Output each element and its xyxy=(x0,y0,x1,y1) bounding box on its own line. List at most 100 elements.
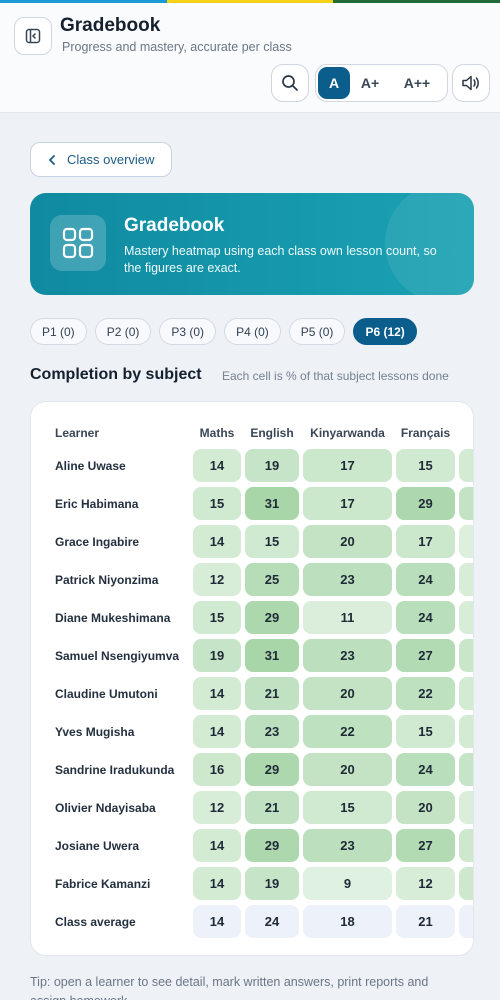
learner-name[interactable]: Eric Habimana xyxy=(55,497,138,511)
read-aloud-button[interactable] xyxy=(452,64,490,102)
class-tab-p6[interactable]: P6 (12) xyxy=(353,318,417,345)
heatmap-cell: 29 xyxy=(245,829,299,862)
font-size-normal[interactable]: A xyxy=(318,67,350,99)
heatmap-cell: 24 xyxy=(396,753,455,786)
heatmap-cell: 25 xyxy=(245,563,299,596)
heatmap-cell: 20 xyxy=(396,791,455,824)
font-size-xlarge[interactable]: A++ xyxy=(390,67,444,99)
class-average-cell: 24 xyxy=(245,905,299,938)
learner-name[interactable]: Patrick Niyonzima xyxy=(55,573,158,587)
class-tab-p4[interactable]: P4 (0) xyxy=(224,318,281,345)
font-size-selector: A A+ A++ xyxy=(315,64,448,102)
tip-text: Tip: open a learner to see detail, mark … xyxy=(30,975,429,1000)
heatmap-cell: 14 xyxy=(459,449,473,482)
heatmap-cell: 23 xyxy=(245,715,299,748)
heatmap-cell: 15 xyxy=(245,525,299,558)
heatmap-cell: 15 xyxy=(193,601,241,634)
learner-name[interactable]: Diane Mukeshimana xyxy=(55,611,170,625)
heatmap-cell: 27 xyxy=(396,829,455,862)
heatmap-cell: 14 xyxy=(193,677,241,710)
column-header-learner: Learner xyxy=(55,426,100,440)
heatmap-cell: 19 xyxy=(245,449,299,482)
class-filter-tabs: P1 (0) P2 (0) P3 (0) P4 (0) P5 (0) P6 (1… xyxy=(30,318,417,345)
heatmap-cell: 21 xyxy=(245,677,299,710)
class-average-cell: 18 xyxy=(303,905,392,938)
heatmap-cell: 31 xyxy=(245,487,299,520)
heatmap-cell: 14 xyxy=(193,867,241,900)
heatmap-cell: 15 xyxy=(396,449,455,482)
class-tab-p2[interactable]: P2 (0) xyxy=(94,318,152,345)
column-header-subject: Kinyarwanda xyxy=(310,426,385,440)
class-tab-p1[interactable]: P1 (0) xyxy=(30,318,87,345)
heatmap-cell: 15 xyxy=(193,487,241,520)
class-average-cell: 21 xyxy=(396,905,455,938)
heatmap-cell: 17 xyxy=(303,449,392,482)
class-overview-button[interactable]: Class overview xyxy=(30,142,172,177)
column-header-subject: Maths xyxy=(199,426,235,440)
heatmap-cell: 20 xyxy=(459,487,473,520)
heatmap-cell: 14 xyxy=(459,715,473,748)
class-tab-p3[interactable]: P3 (0) xyxy=(159,318,217,345)
heatmap-cell: 23 xyxy=(303,563,392,596)
heatmap-cell: 16 xyxy=(193,753,241,786)
grid-icon xyxy=(62,227,94,259)
heatmap-cell: 20 xyxy=(303,753,392,786)
heatmap-cell: 11 xyxy=(303,601,392,634)
heatmap-cell: 12 xyxy=(193,791,241,824)
completion-heatmap-table: Learner Maths English Kinyarwanda Français S… xyxy=(30,401,474,956)
app-title: Gradebook xyxy=(60,15,161,36)
heatmap-cell: 12 xyxy=(459,563,473,596)
heatmap-cell: 22 xyxy=(396,677,455,710)
heatmap-cell: 29 xyxy=(245,753,299,786)
heatmap-cell: 19 xyxy=(459,753,473,786)
learner-name[interactable]: Sandrine Iradukunda xyxy=(55,763,174,777)
learner-name[interactable]: Samuel Nsengiyumva xyxy=(55,649,179,663)
learner-name[interactable]: Aline Uwase xyxy=(55,459,126,473)
hero-title: Gradebook xyxy=(124,215,225,236)
heatmap-cell: 17 xyxy=(303,487,392,520)
sidebar-toggle-button[interactable] xyxy=(14,17,52,55)
app-subtitle: Progress and mastery, accurate per class xyxy=(62,40,292,54)
speaker-icon xyxy=(462,75,479,91)
search-icon xyxy=(282,75,298,91)
heatmap-cell: 24 xyxy=(396,601,455,634)
heatmap-cell: 14 xyxy=(459,677,473,710)
class-average-cell: 15 xyxy=(459,905,473,938)
heatmap-cell: 31 xyxy=(245,639,299,672)
heatmap-cell: 19 xyxy=(193,639,241,672)
gradebook-hero-banner: Gradebook Mastery heatmap using each cla… xyxy=(30,193,474,295)
heatmap-cell: 12 xyxy=(396,867,455,900)
learner-name[interactable]: Olivier Ndayisaba xyxy=(55,801,156,815)
heatmap-cell: 29 xyxy=(245,601,299,634)
learner-name[interactable]: Fabrice Kamanzi xyxy=(55,877,150,891)
heatmap-cell: 14 xyxy=(193,715,241,748)
heatmap-cell: 16 xyxy=(459,867,473,900)
heatmap-cell: 21 xyxy=(245,791,299,824)
heatmap-cell: 19 xyxy=(245,867,299,900)
section-title: Completion by subject xyxy=(30,366,202,383)
heatmap-cell: 14 xyxy=(193,525,241,558)
heatmap-cell: 20 xyxy=(303,677,392,710)
heatmap-cell: 12 xyxy=(193,563,241,596)
class-overview-label: Class overview xyxy=(67,152,155,167)
learner-name[interactable]: Claudine Umutoni xyxy=(55,687,158,701)
heatmap-cell: 14 xyxy=(193,449,241,482)
learner-name[interactable]: Josiane Uwera xyxy=(55,839,139,853)
chevron-left-icon xyxy=(49,154,55,165)
heatmap-cell: 29 xyxy=(396,487,455,520)
class-tab-p5[interactable]: P5 (0) xyxy=(288,318,346,345)
search-button[interactable] xyxy=(271,64,309,102)
heatmap-cell: 27 xyxy=(396,639,455,672)
heatmap-cell: 9 xyxy=(303,867,392,900)
font-size-large[interactable]: A+ xyxy=(350,67,390,99)
learner-name[interactable]: Grace Ingabire xyxy=(55,535,139,549)
heatmap-cell: 18 xyxy=(459,639,473,672)
learner-name[interactable]: Yves Mugisha xyxy=(55,725,134,739)
heatmap-cell: 10 xyxy=(459,525,473,558)
hero-description: Mastery heatmap using each class own les… xyxy=(124,244,437,275)
heatmap-cell: 23 xyxy=(303,639,392,672)
app-header: Gradebook Progress and mastery, accurate… xyxy=(0,3,500,113)
heatmap-cell: 15 xyxy=(396,715,455,748)
heatmap-cell: 11 xyxy=(459,791,473,824)
heatmap-cell: 20 xyxy=(303,525,392,558)
